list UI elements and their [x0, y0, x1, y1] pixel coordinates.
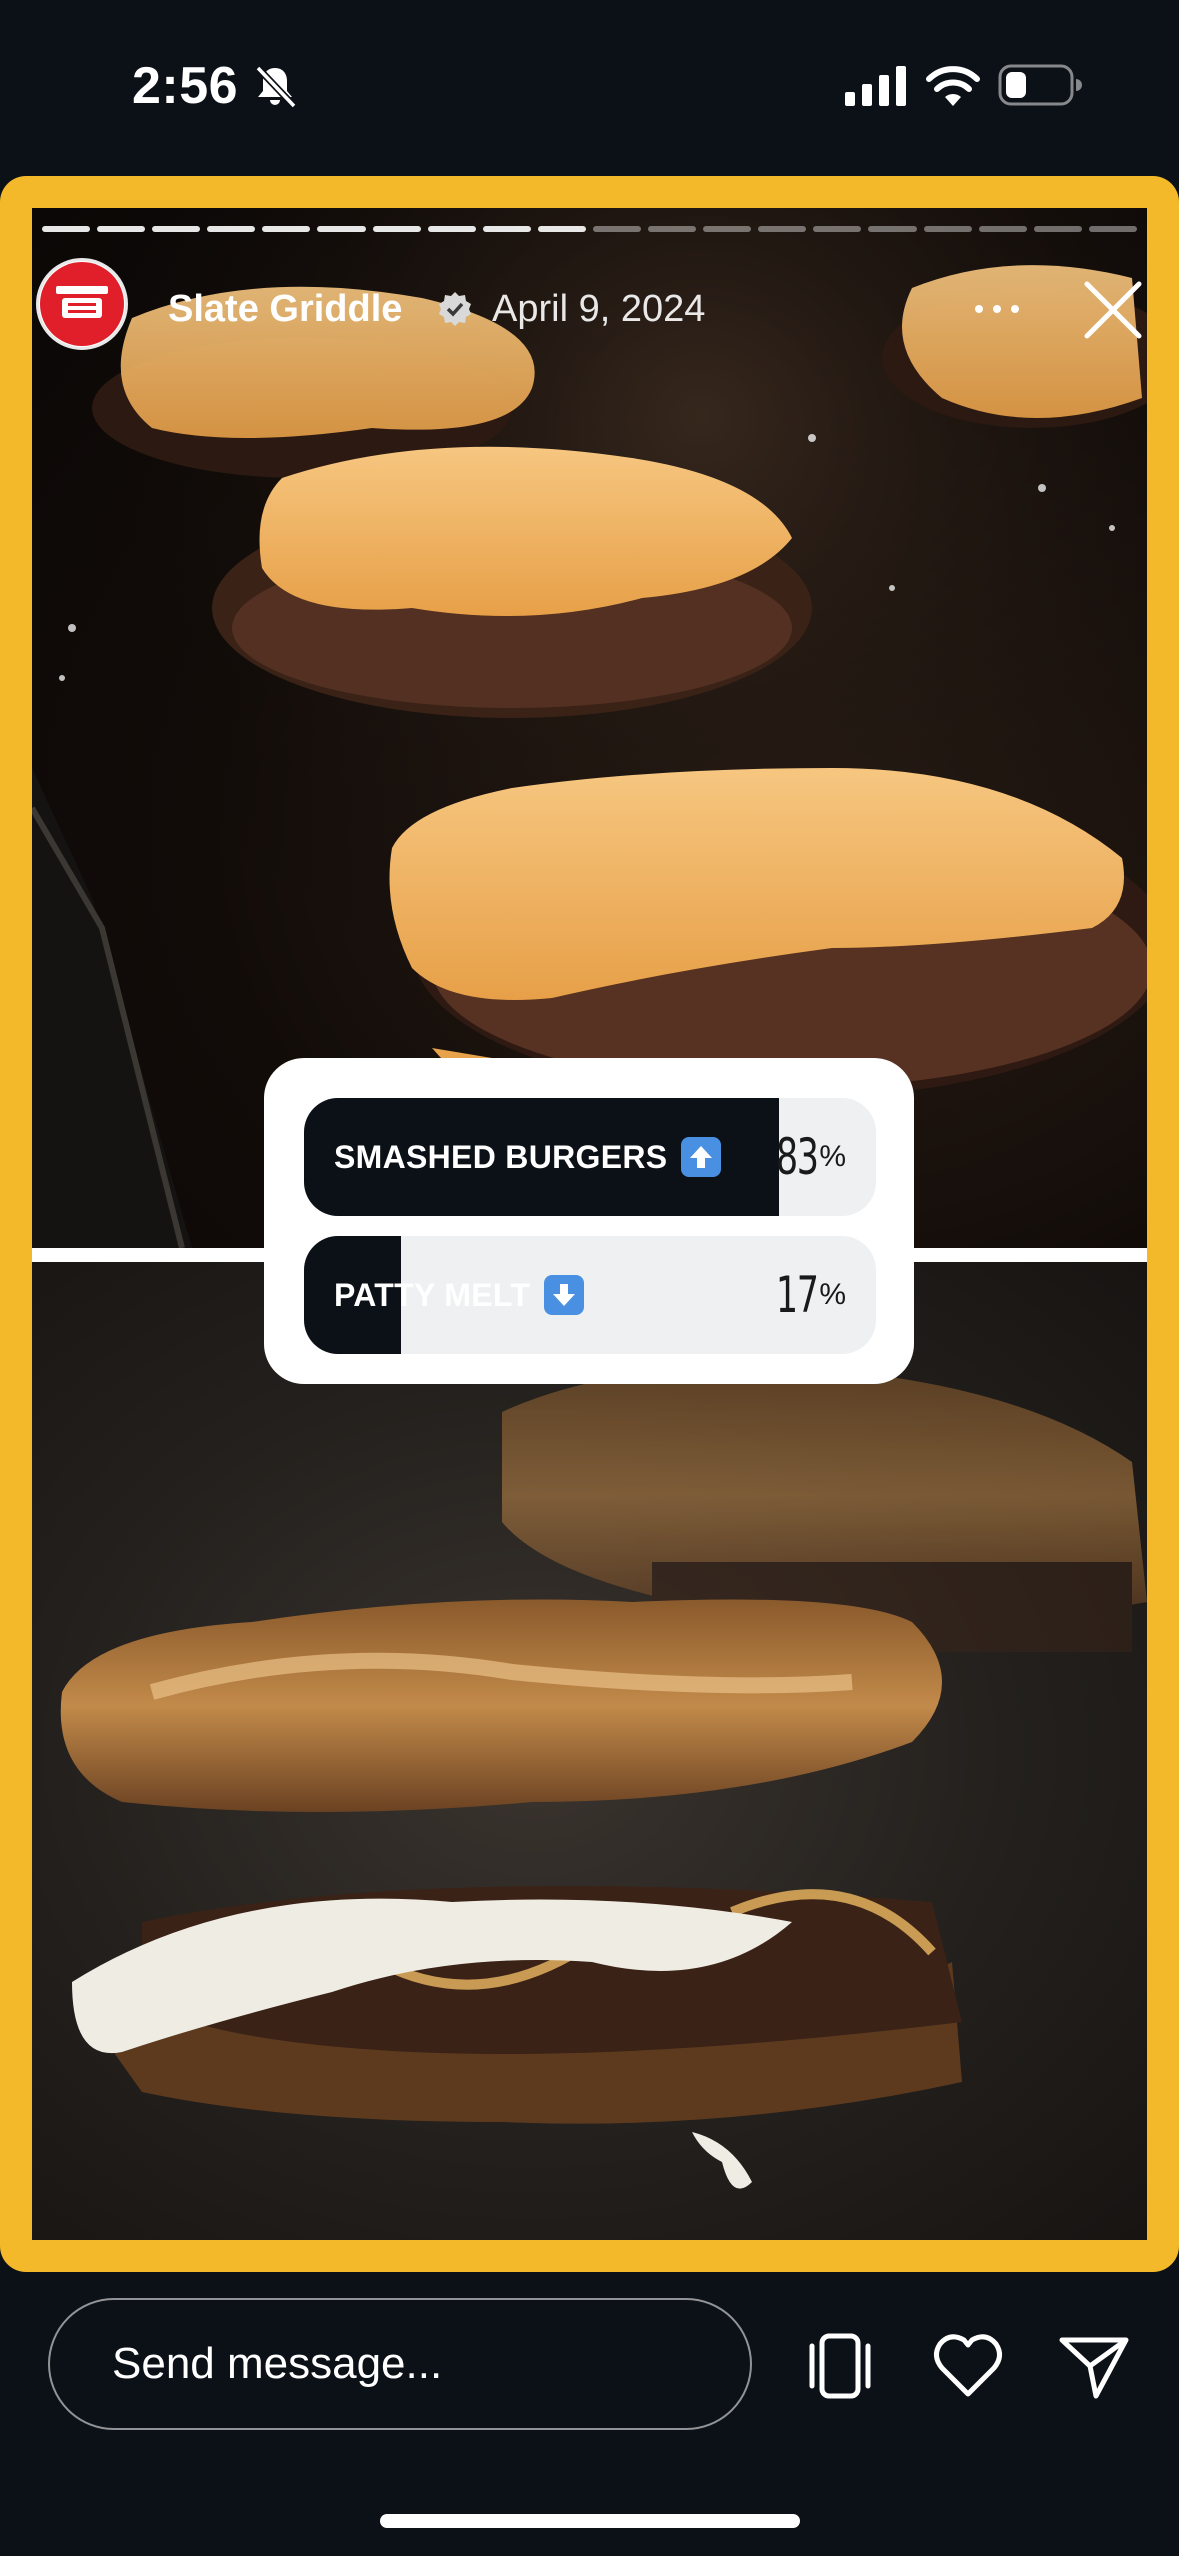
story-header: Slate Griddle April 9, 2024	[32, 258, 1147, 368]
progress-segment	[537, 226, 586, 232]
progress-segment	[372, 226, 421, 232]
story-username[interactable]: Slate Griddle	[168, 288, 402, 331]
close-icon[interactable]	[1081, 278, 1145, 342]
bell-slash-icon	[255, 65, 297, 109]
progress-segment	[758, 226, 807, 232]
progress-segment	[1033, 226, 1082, 232]
up-arrow-emoji-icon	[681, 1137, 722, 1177]
poll-option-label: PATTY MELT	[334, 1276, 531, 1313]
progress-segment	[978, 226, 1027, 232]
patty-melt-illustration	[60, 1367, 1147, 2189]
progress-segment	[97, 226, 146, 232]
griddle-logo-icon	[56, 286, 108, 318]
progress-segment	[42, 226, 91, 232]
avatar[interactable]	[36, 258, 128, 350]
status-bar: 2:56	[0, 0, 1179, 170]
progress-segment	[813, 226, 862, 232]
send-message-placeholder: Send message...	[112, 2339, 443, 2388]
progress-segment	[923, 226, 972, 232]
story-frame[interactable]: Slate Griddle April 9, 2024 SMASHED BURG…	[0, 176, 1179, 2272]
send-message-input[interactable]: Send message...	[48, 2298, 752, 2430]
poll-percent: 83	[775, 1128, 819, 1186]
poll-percent-unit: %	[819, 1278, 846, 1311]
story-date: April 9, 2024	[492, 288, 706, 330]
story-photo-patty-melt	[32, 1262, 1147, 2240]
progress-segment	[592, 226, 642, 232]
progress-segment	[648, 226, 697, 232]
progress-segment	[482, 226, 531, 232]
progress-segment	[317, 226, 366, 232]
story-progress-bar	[42, 226, 1137, 232]
poll-percent-unit: %	[819, 1140, 846, 1173]
battery-icon	[998, 64, 1082, 106]
progress-segment	[262, 226, 311, 232]
down-arrow-emoji-icon	[544, 1275, 585, 1315]
heart-icon[interactable]	[928, 2326, 1008, 2406]
progress-segment	[427, 226, 476, 232]
home-indicator[interactable]	[380, 2514, 800, 2528]
poll-sticker: SMASHED BURGERS 83 % PATTY MELT 17 %	[264, 1058, 914, 1384]
progress-segment	[152, 226, 201, 232]
poll-option-smashed-burgers[interactable]: SMASHED BURGERS 83 %	[304, 1098, 876, 1216]
progress-segment	[868, 226, 917, 232]
wifi-icon	[926, 66, 980, 106]
poll-option-patty-melt[interactable]: PATTY MELT 17 %	[304, 1236, 876, 1354]
progress-segment	[703, 226, 752, 232]
progress-segment	[1088, 226, 1137, 232]
verified-badge-icon	[439, 292, 471, 326]
cellular-signal-icon	[845, 66, 906, 106]
multi-photo-icon[interactable]	[800, 2326, 880, 2406]
poll-percent: 17	[775, 1266, 819, 1324]
progress-segment	[207, 226, 256, 232]
status-time: 2:56	[132, 57, 239, 115]
send-icon[interactable]	[1054, 2326, 1134, 2406]
poll-option-label: SMASHED BURGERS	[334, 1138, 668, 1175]
more-options-icon[interactable]	[967, 294, 1027, 324]
